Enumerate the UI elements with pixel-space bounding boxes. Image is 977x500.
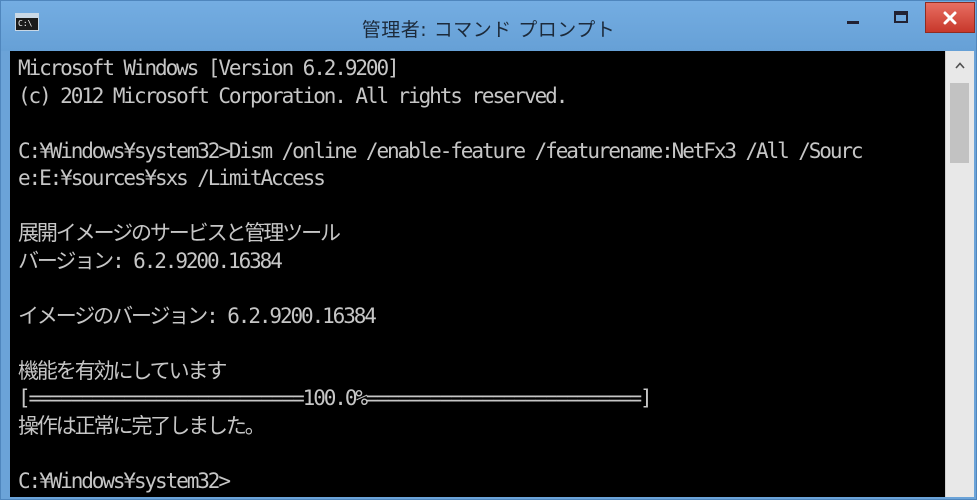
scroll-up-button[interactable] [946,51,974,79]
close-button[interactable] [925,2,975,33]
close-icon [943,11,957,24]
maximize-button[interactable] [877,2,925,32]
console-line: 展開イメージのサービスと管理ツール [18,221,341,245]
title-bar[interactable]: C:\ 管理者: コマンド プロンプト [1,1,976,51]
console-line: e:E:¥sources¥sxs /LimitAccess [18,166,326,190]
console-line: [==========================100.0%=======… [18,386,653,410]
console-line: (c) 2012 Microsoft Corporation. All righ… [18,83,568,108]
console-line: 操作は正常に完了しました。 [18,413,266,438]
console-line: バージョン: 6.2.9200.16384 [18,248,283,273]
console-output[interactable]: Microsoft Windows [Version 6.2.9200] (c) … [10,51,945,497]
vertical-scrollbar[interactable] [945,51,974,497]
console-lines: Microsoft Windows [Version 6.2.9200] (c) … [18,55,941,495]
maximize-icon [894,11,908,23]
minimize-button[interactable] [829,2,877,32]
chevron-up-icon [955,61,965,69]
console-window: C:\ 管理者: コマンド プロンプト Microsoft Windows [V… [0,0,977,500]
console-line: イメージのバージョン: 6.2.9200.16384 [18,303,377,328]
scroll-thumb[interactable] [950,83,969,163]
console-line: C:¥Windows¥system32>Dism /online /enable… [18,138,864,163]
console-line: Microsoft Windows [Version 6.2.9200] [18,56,400,80]
console-line: C:¥Windows¥system32> [18,468,231,493]
minimize-icon [847,20,859,24]
console-line: 機能を有効にしています [18,358,227,383]
